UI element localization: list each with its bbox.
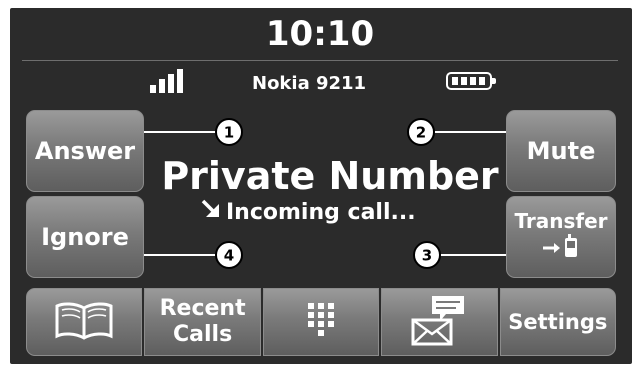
keypad-icon: [308, 303, 335, 341]
call-status: Incoming call...: [200, 198, 500, 226]
messages-button[interactable]: [381, 288, 498, 356]
incoming-call-arrow-icon: [200, 198, 222, 226]
recent-calls-button[interactable]: Recent Calls: [144, 288, 261, 356]
caller-name: Private Number: [161, 154, 499, 198]
clock-time: 10:10: [265, 14, 375, 54]
transfer-to-phone-icon: [541, 234, 581, 264]
header-divider: [22, 60, 618, 61]
battery-full-icon: [446, 72, 496, 90]
settings-button[interactable]: Settings: [499, 288, 617, 356]
keypad-button[interactable]: [262, 288, 380, 356]
transfer-label: Transfer: [514, 209, 608, 233]
transfer-button[interactable]: Transfer: [506, 196, 616, 278]
call-status-text: Incoming call...: [226, 199, 416, 225]
recent-calls-label-line1: Recent: [159, 296, 246, 321]
mute-button[interactable]: Mute: [506, 110, 616, 192]
recent-calls-label-line2: Calls: [173, 322, 233, 347]
answer-button[interactable]: Answer: [26, 110, 144, 192]
phonebook-button[interactable]: [26, 288, 143, 356]
bottom-dock: Recent Calls Settings: [26, 288, 617, 356]
messages-icon: [410, 294, 468, 350]
ignore-button[interactable]: Ignore: [26, 196, 144, 278]
phonebook-icon: [53, 300, 115, 344]
device-name: Nokia 9211: [252, 73, 367, 94]
signal-bars-icon: [150, 69, 184, 93]
